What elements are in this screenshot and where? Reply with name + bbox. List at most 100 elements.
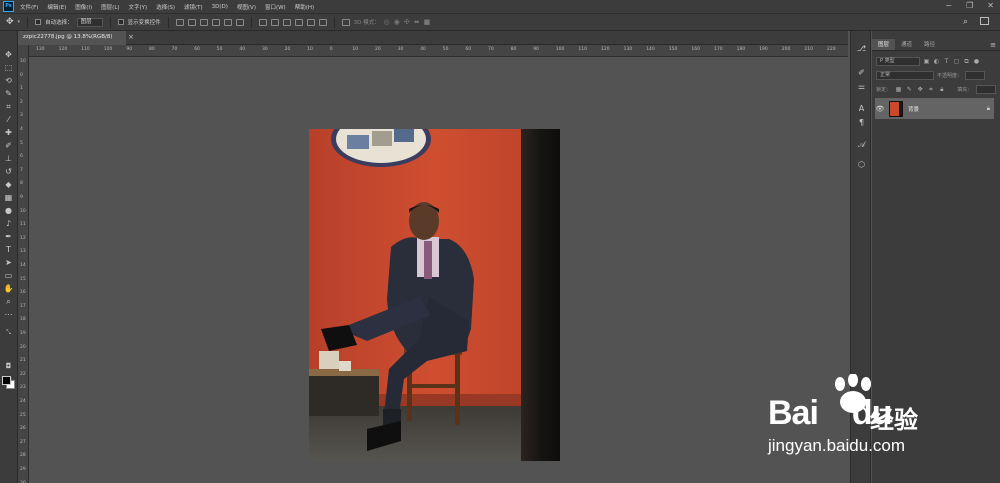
menu-view[interactable]: 视图(V): [237, 3, 256, 11]
distribute-right-icon[interactable]: [318, 18, 327, 26]
blend-mode-select[interactable]: 正常: [876, 71, 934, 80]
tab-paths[interactable]: 路径: [918, 39, 941, 50]
opacity-field[interactable]: [965, 71, 986, 80]
distribute-bottom-icon[interactable]: [282, 18, 291, 26]
character-icon[interactable]: A: [856, 103, 867, 114]
3d-camera-icon[interactable]: ■: [424, 18, 431, 26]
vertical-ruler[interactable]: 10 0 1 2 3 4 5 6 7 8 9 10 11 12 13 14 15 16 17 18 19 20 21 22 23…: [18, 45, 29, 483]
fill-field[interactable]: [976, 85, 996, 94]
crop-icon[interactable]: ⌗: [3, 101, 14, 112]
filter-shape-icon[interactable]: ▢: [953, 58, 960, 65]
menu-filter[interactable]: 滤镜(T): [184, 3, 203, 11]
menu-type[interactable]: 文字(Y): [129, 3, 148, 11]
lock-artboard-icon[interactable]: ⌗: [928, 86, 935, 93]
menu-layer[interactable]: 图层(L): [101, 3, 119, 11]
quick-mask-icon[interactable]: ◘: [3, 361, 14, 372]
search-icon[interactable]: ⌕: [963, 17, 968, 27]
pen-icon[interactable]: ✒: [3, 231, 14, 242]
path-select-icon[interactable]: ➤: [3, 257, 14, 268]
auto-select-dropdown[interactable]: 图层: [76, 17, 103, 27]
align-left-icon[interactable]: [211, 18, 220, 26]
auto-select-checkbox[interactable]: [35, 19, 42, 25]
distribute-vcenter-icon[interactable]: [270, 18, 279, 26]
adjust-icon[interactable]: ⚌: [856, 81, 867, 92]
filter-type-icon[interactable]: T: [943, 58, 950, 65]
3d-roll-icon[interactable]: ◉: [394, 18, 400, 26]
minimize-button[interactable]: −: [945, 1, 952, 10]
lock-paint-icon[interactable]: ✎: [906, 86, 913, 93]
ruler-tick-label: 120: [601, 47, 610, 52]
swap-colors-icon[interactable]: ⤡: [3, 327, 14, 338]
dodge-icon[interactable]: ♪: [3, 218, 14, 229]
foreground-color[interactable]: [2, 376, 11, 385]
brush-icon[interactable]: ✐: [3, 140, 14, 151]
blur-icon[interactable]: ●: [3, 205, 14, 216]
menu-file[interactable]: 文件(F): [20, 3, 38, 11]
3d-orbit-icon[interactable]: ◎: [384, 18, 390, 26]
healing-icon[interactable]: ✚: [3, 127, 14, 138]
history-brush-icon[interactable]: ↺: [3, 166, 14, 177]
menu-help[interactable]: 帮助(H): [295, 3, 314, 11]
3d-pan-icon[interactable]: ✣: [404, 18, 410, 26]
move-tool-preset-icon[interactable]: ✥: [6, 17, 14, 27]
menu-select[interactable]: 选择(S): [156, 3, 175, 11]
history-icon[interactable]: ⎇: [856, 43, 867, 54]
show-transform-checkbox[interactable]: [117, 19, 124, 25]
filter-toggle-icon[interactable]: ●: [973, 58, 980, 65]
align-top-icon[interactable]: [175, 18, 184, 26]
lock-all-icon[interactable]: 🔒︎: [938, 86, 945, 93]
lasso-icon[interactable]: ⟲: [3, 75, 14, 86]
distribute-hcenter-icon[interactable]: [306, 18, 315, 26]
align-hcenter-icon[interactable]: [223, 18, 232, 26]
gradient-icon[interactable]: ▦: [3, 192, 14, 203]
align-right-icon[interactable]: [235, 18, 244, 26]
menu-window[interactable]: 窗口(W): [265, 3, 286, 11]
menu-edit[interactable]: 编辑(E): [47, 3, 66, 11]
lock-pixels-icon[interactable]: ▦: [895, 86, 902, 93]
layer-row[interactable]: 👁︎ 背景 🔒︎: [875, 98, 994, 119]
restore-button[interactable]: ❐: [966, 1, 973, 10]
close-button[interactable]: ✕: [987, 1, 994, 10]
eyedropper-icon[interactable]: ⁄: [3, 114, 14, 125]
visibility-eye-icon[interactable]: 👁︎: [875, 105, 885, 113]
quick-select-icon[interactable]: ✎: [3, 88, 14, 99]
move-icon[interactable]: ✥: [3, 49, 14, 60]
menu-image[interactable]: 图像(I): [75, 3, 92, 11]
align-vcenter-icon[interactable]: [187, 18, 196, 26]
distribute-top-icon[interactable]: [258, 18, 267, 26]
hand-icon[interactable]: ✋: [3, 283, 14, 294]
eraser-icon[interactable]: ◆: [3, 179, 14, 190]
chevron-down-icon[interactable]: ▾: [18, 19, 21, 25]
workspace-icon[interactable]: [980, 17, 989, 25]
type-icon[interactable]: T: [3, 244, 14, 255]
filter-smart-icon[interactable]: ⧉: [963, 58, 970, 65]
photoshop-logo[interactable]: Ps: [3, 1, 14, 12]
panel-menu-icon[interactable]: ≡: [990, 39, 996, 50]
zoom-icon[interactable]: ⌕: [3, 296, 14, 307]
document-image[interactable]: [309, 129, 560, 461]
menu-3d[interactable]: 3D(D): [212, 4, 228, 10]
ruler-tick-label: 30: [262, 47, 268, 52]
filter-pixel-icon[interactable]: ▣: [923, 58, 930, 65]
filter-adjust-icon[interactable]: ◐: [933, 58, 940, 65]
close-tab-icon[interactable]: ×: [128, 33, 134, 41]
more-icon[interactable]: ⋯: [3, 309, 14, 320]
3d-slide-icon[interactable]: ⬌: [414, 18, 420, 26]
paragraph-icon[interactable]: ¶: [856, 117, 867, 128]
document-tab[interactable]: zzpic22778.jpg @ 13.8%(RGB/8): [18, 31, 126, 45]
lock-position-icon[interactable]: ✥: [917, 86, 924, 93]
tab-layers[interactable]: 图层: [872, 39, 896, 50]
brush-settings-icon[interactable]: ✐: [856, 67, 867, 78]
3d-icon[interactable]: ⬡: [856, 159, 867, 170]
auto-align-icon[interactable]: [341, 18, 350, 26]
marquee-icon[interactable]: ⬚: [3, 62, 14, 73]
align-bottom-icon[interactable]: [199, 18, 208, 26]
layer-kind-filter[interactable]: P 类型: [876, 57, 920, 66]
horizontal-ruler[interactable]: 130 120 110 100 90 80 70 60 50 40 30 20 10 0 10 20 30 40 5…: [18, 45, 848, 57]
ruler-tick-label: 4: [20, 127, 23, 132]
glyphs-icon[interactable]: 𝒜: [856, 139, 867, 150]
distribute-left-icon[interactable]: [294, 18, 303, 26]
stamp-icon[interactable]: ⊥: [3, 153, 14, 164]
tab-channels[interactable]: 通道: [895, 39, 918, 50]
rectangle-icon[interactable]: ▭: [3, 270, 14, 281]
